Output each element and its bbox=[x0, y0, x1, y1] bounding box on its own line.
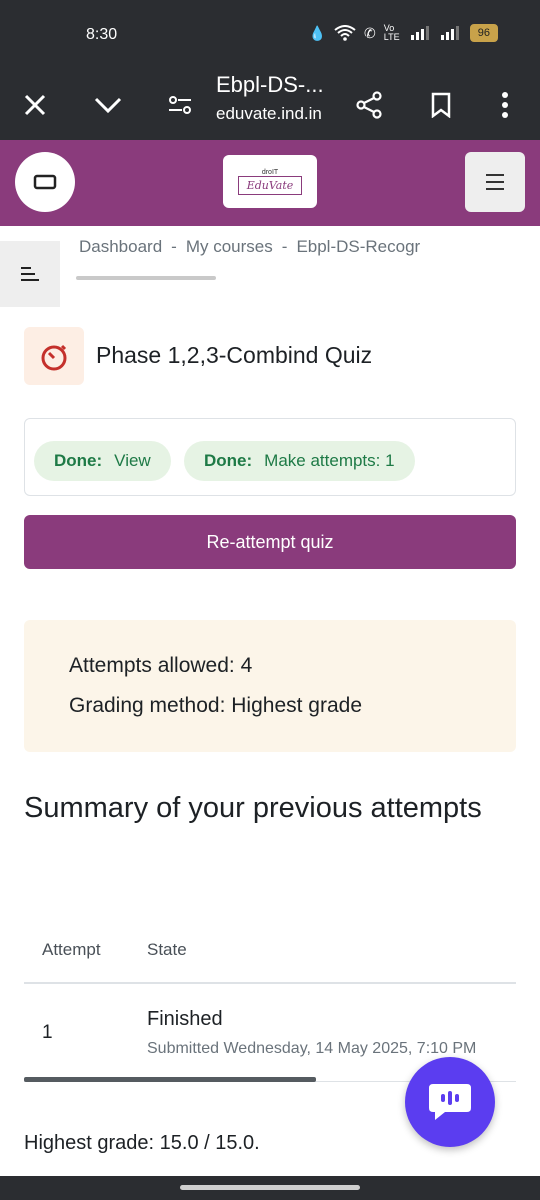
signal-icon-2 bbox=[440, 26, 459, 40]
completion-label: View bbox=[114, 451, 151, 470]
more-options-button[interactable] bbox=[482, 82, 528, 128]
table-header-divider bbox=[24, 982, 516, 984]
reattempt-quiz-button[interactable]: Re-attempt quiz bbox=[24, 515, 516, 569]
battery-indicator: 96 bbox=[469, 24, 498, 42]
wifi-icon bbox=[334, 25, 356, 41]
breadcrumb-dashboard[interactable]: Dashboard bbox=[79, 237, 162, 256]
quiz-activity-icon bbox=[24, 327, 84, 385]
data-saver-icon: 💧 bbox=[308, 24, 327, 41]
page-url[interactable]: eduvate.ind.in bbox=[216, 104, 322, 124]
page-title: Ebpl-DS-... bbox=[216, 72, 324, 97]
status-bar: 8:30 💧 ✆ Vo LTE 96 bbox=[0, 0, 540, 70]
drawer-icon bbox=[21, 267, 39, 281]
hamburger-icon bbox=[486, 174, 504, 190]
close-tab-button[interactable] bbox=[12, 82, 58, 128]
clock: 8:30 bbox=[86, 26, 118, 43]
close-icon bbox=[24, 94, 46, 116]
signal-icon-1 bbox=[410, 26, 429, 40]
completion-label: Make attempts: 1 bbox=[264, 451, 395, 470]
grading-method: Grading method: Highest grade bbox=[69, 694, 363, 717]
volte-label: Vo LTE bbox=[383, 23, 400, 42]
chevron-down-icon bbox=[94, 97, 122, 114]
call-icon: ✆ bbox=[364, 24, 376, 41]
attempt-submitted-time: Submitted Wednesday, 14 May 2025, 7:10 P… bbox=[147, 1040, 477, 1057]
course-index-button[interactable] bbox=[15, 152, 75, 212]
attempt-state: Finished bbox=[147, 1008, 223, 1030]
chat-bubble-icon bbox=[429, 1084, 471, 1120]
drawer-toggle[interactable] bbox=[0, 241, 60, 307]
breadcrumb-separator: - bbox=[171, 237, 177, 256]
table-scrollbar[interactable] bbox=[24, 1077, 316, 1082]
panel-icon bbox=[33, 174, 57, 190]
quiz-info-box: Attempts allowed: 4 Grading method: High… bbox=[24, 620, 516, 752]
completion-info: Done: View Done: Make attempts: 1 bbox=[24, 418, 516, 496]
attempt-number: 1 bbox=[42, 1022, 53, 1043]
breadcrumb: Dashboard - My courses - Ebpl-DS-Recogr bbox=[79, 237, 464, 257]
logo-top-text: droIT bbox=[261, 168, 279, 176]
browser-toolbar: Ebpl-DS-... eduvate.ind.in bbox=[0, 70, 540, 140]
chat-button[interactable] bbox=[405, 1057, 495, 1147]
highest-grade: Highest grade: 15.0 / 15.0. bbox=[24, 1132, 260, 1154]
attempts-allowed: Attempts allowed: 4 bbox=[69, 654, 253, 677]
quiz-title: Phase 1,2,3-Combind Quiz bbox=[96, 342, 373, 368]
system-nav-bar bbox=[0, 1176, 540, 1200]
home-gesture-handle[interactable] bbox=[180, 1185, 360, 1190]
more-vert-icon bbox=[502, 92, 508, 118]
bookmark-icon bbox=[431, 92, 451, 118]
completion-attempts-badge: Done: Make attempts: 1 bbox=[184, 441, 415, 481]
tune-icon bbox=[169, 96, 191, 114]
completion-status: Done: bbox=[204, 451, 253, 470]
logo-text: EduVate bbox=[237, 175, 303, 195]
collapse-button[interactable] bbox=[85, 82, 131, 128]
app-header: droIT EduVate bbox=[0, 140, 540, 226]
bookmark-button[interactable] bbox=[418, 82, 464, 128]
breadcrumb-separator: - bbox=[281, 237, 288, 256]
completion-status: Done: bbox=[54, 451, 103, 470]
breadcrumb-scrollbar[interactable] bbox=[76, 276, 216, 280]
stopwatch-icon bbox=[41, 344, 67, 371]
summary-heading: Summary of your previous attempts bbox=[24, 792, 482, 824]
site-logo[interactable]: droIT EduVate bbox=[223, 155, 317, 208]
breadcrumb-course[interactable]: Ebpl-DS-Recogr bbox=[296, 237, 420, 256]
column-header-attempt: Attempt bbox=[42, 940, 101, 959]
main-menu-button[interactable] bbox=[465, 152, 525, 212]
completion-view-badge: Done: View bbox=[34, 441, 171, 481]
share-button[interactable] bbox=[346, 82, 392, 128]
column-header-state: State bbox=[147, 940, 187, 959]
status-icons: 💧 ✆ Vo LTE 96 bbox=[309, 24, 498, 42]
breadcrumb-my-courses[interactable]: My courses bbox=[186, 237, 273, 256]
site-settings-button[interactable] bbox=[157, 82, 203, 128]
share-icon bbox=[356, 91, 382, 119]
